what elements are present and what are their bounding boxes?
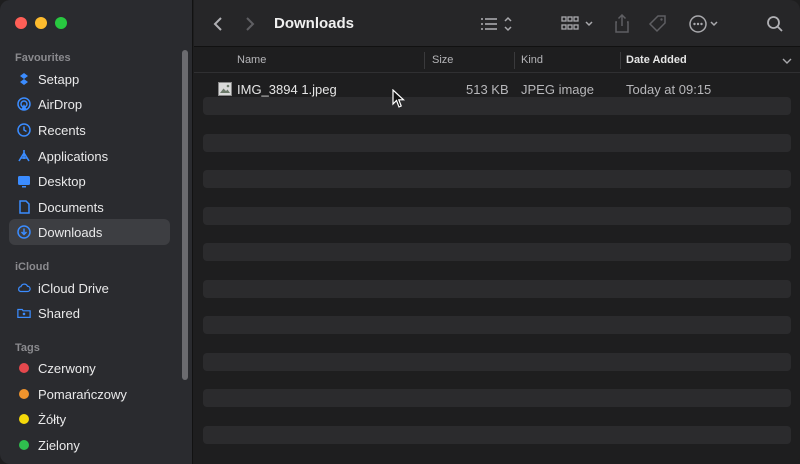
recents-icon xyxy=(17,123,31,137)
tag-dot-icon xyxy=(19,440,29,450)
tags-section-title: Tags xyxy=(15,342,40,354)
sidebar-tag-red[interactable]: Czerwony xyxy=(9,355,170,381)
tag-dot-icon xyxy=(19,389,29,399)
empty-row xyxy=(203,243,791,261)
setapp-icon xyxy=(17,72,31,86)
desktop-icon xyxy=(17,174,31,188)
sidebar-item-label: Czerwony xyxy=(38,360,96,376)
minimize-button[interactable] xyxy=(35,17,47,29)
sidebar-item-label: Downloads xyxy=(38,224,103,240)
forward-button[interactable] xyxy=(244,12,256,36)
document-icon xyxy=(17,200,31,214)
sidebar: Favourites Setapp AirDrop Recents Applic… xyxy=(0,0,193,464)
image-file-icon xyxy=(218,82,232,96)
sidebar-item-shared[interactable]: Shared xyxy=(9,300,170,326)
ellipsis-circle-icon xyxy=(689,15,718,33)
sidebar-item-label: Documents xyxy=(38,199,104,215)
grid-icon xyxy=(561,16,593,30)
toolbar: Downloads xyxy=(194,0,800,47)
chevron-right-icon xyxy=(246,17,255,31)
close-button[interactable] xyxy=(15,17,27,29)
column-headers: Name Size Kind Date Added xyxy=(194,48,800,73)
sidebar-item-label: Recents xyxy=(38,122,86,138)
downloads-icon xyxy=(17,225,31,239)
column-divider[interactable] xyxy=(514,52,515,69)
share-button[interactable] xyxy=(614,12,630,36)
chevron-left-icon xyxy=(213,17,222,31)
tag-icon xyxy=(648,15,666,33)
cloud-icon xyxy=(17,281,31,295)
sidebar-item-applications[interactable]: Applications xyxy=(9,143,170,169)
mouse-cursor-icon xyxy=(392,89,406,108)
window-title: Downloads xyxy=(274,15,355,32)
sidebar-tag-orange[interactable]: Pomarańczowy xyxy=(9,381,170,407)
sidebar-item-label: iCloud Drive xyxy=(38,280,109,296)
column-divider[interactable] xyxy=(620,52,621,69)
empty-row xyxy=(203,316,791,334)
window-controls xyxy=(15,17,67,29)
list-view-icon xyxy=(481,16,512,32)
file-kind: JPEG image xyxy=(521,82,594,97)
share-icon xyxy=(615,14,629,33)
column-header-kind[interactable]: Kind xyxy=(521,54,543,66)
favourites-section-title: Favourites xyxy=(15,52,71,64)
tag-dot-icon xyxy=(19,363,29,373)
applications-icon xyxy=(17,149,31,163)
tag-button[interactable] xyxy=(648,12,668,36)
sidebar-item-label: Pomarańczowy xyxy=(38,386,127,402)
sidebar-item-icloud-drive[interactable]: iCloud Drive xyxy=(9,275,170,301)
icloud-section-title: iCloud xyxy=(15,261,50,273)
column-divider[interactable] xyxy=(424,52,425,69)
column-header-name[interactable]: Name xyxy=(237,54,266,66)
sidebar-item-label: Zielony xyxy=(38,437,80,453)
sidebar-tag-green[interactable]: Zielony xyxy=(9,432,170,458)
sidebar-item-setapp[interactable]: Setapp xyxy=(9,66,170,92)
empty-row xyxy=(203,170,791,188)
sidebar-item-recents[interactable]: Recents xyxy=(9,117,170,143)
view-options-button[interactable] xyxy=(480,12,514,36)
sidebar-item-label: Shared xyxy=(38,305,80,321)
empty-row xyxy=(203,426,791,444)
sidebar-item-label: Applications xyxy=(38,148,109,164)
group-by-button[interactable] xyxy=(561,12,597,36)
back-button[interactable] xyxy=(212,12,224,36)
file-list: IMG_3894 1.jpeg 513 KB JPEG image Today … xyxy=(194,74,800,464)
zoom-button[interactable] xyxy=(55,17,67,29)
sidebar-item-airdrop[interactable]: AirDrop xyxy=(9,91,170,117)
search-button[interactable] xyxy=(766,12,784,36)
sidebar-item-label: AirDrop xyxy=(38,96,83,112)
empty-row xyxy=(203,97,791,115)
file-date-added: Today at 09:15 xyxy=(626,82,712,97)
more-actions-button[interactable] xyxy=(688,12,722,36)
column-header-date-added[interactable]: Date Added xyxy=(626,54,687,66)
sidebar-item-desktop[interactable]: Desktop xyxy=(9,168,170,194)
empty-row xyxy=(203,353,791,371)
empty-row xyxy=(203,134,791,152)
sidebar-item-label: Desktop xyxy=(38,173,86,189)
sidebar-item-label: Setapp xyxy=(38,71,80,87)
finder-window: Favourites Setapp AirDrop Recents Applic… xyxy=(0,0,800,464)
sidebar-scrollbar[interactable] xyxy=(182,50,188,380)
shared-folder-icon xyxy=(17,306,31,320)
airdrop-icon xyxy=(17,97,31,111)
empty-row xyxy=(203,280,791,298)
sidebar-item-downloads[interactable]: Downloads xyxy=(9,219,170,245)
sidebar-item-label: Żółty xyxy=(38,411,67,427)
column-header-size[interactable]: Size xyxy=(432,54,453,66)
file-size: 513 KB xyxy=(466,82,509,97)
empty-row xyxy=(203,207,791,225)
sort-chevron-down-icon[interactable] xyxy=(782,57,792,65)
file-name: IMG_3894 1.jpeg xyxy=(237,82,337,97)
tag-dot-icon xyxy=(19,414,29,424)
empty-row xyxy=(203,389,791,407)
sidebar-tag-yellow[interactable]: Żółty xyxy=(9,406,170,432)
search-icon xyxy=(767,16,783,32)
sidebar-item-documents[interactable]: Documents xyxy=(9,194,170,220)
